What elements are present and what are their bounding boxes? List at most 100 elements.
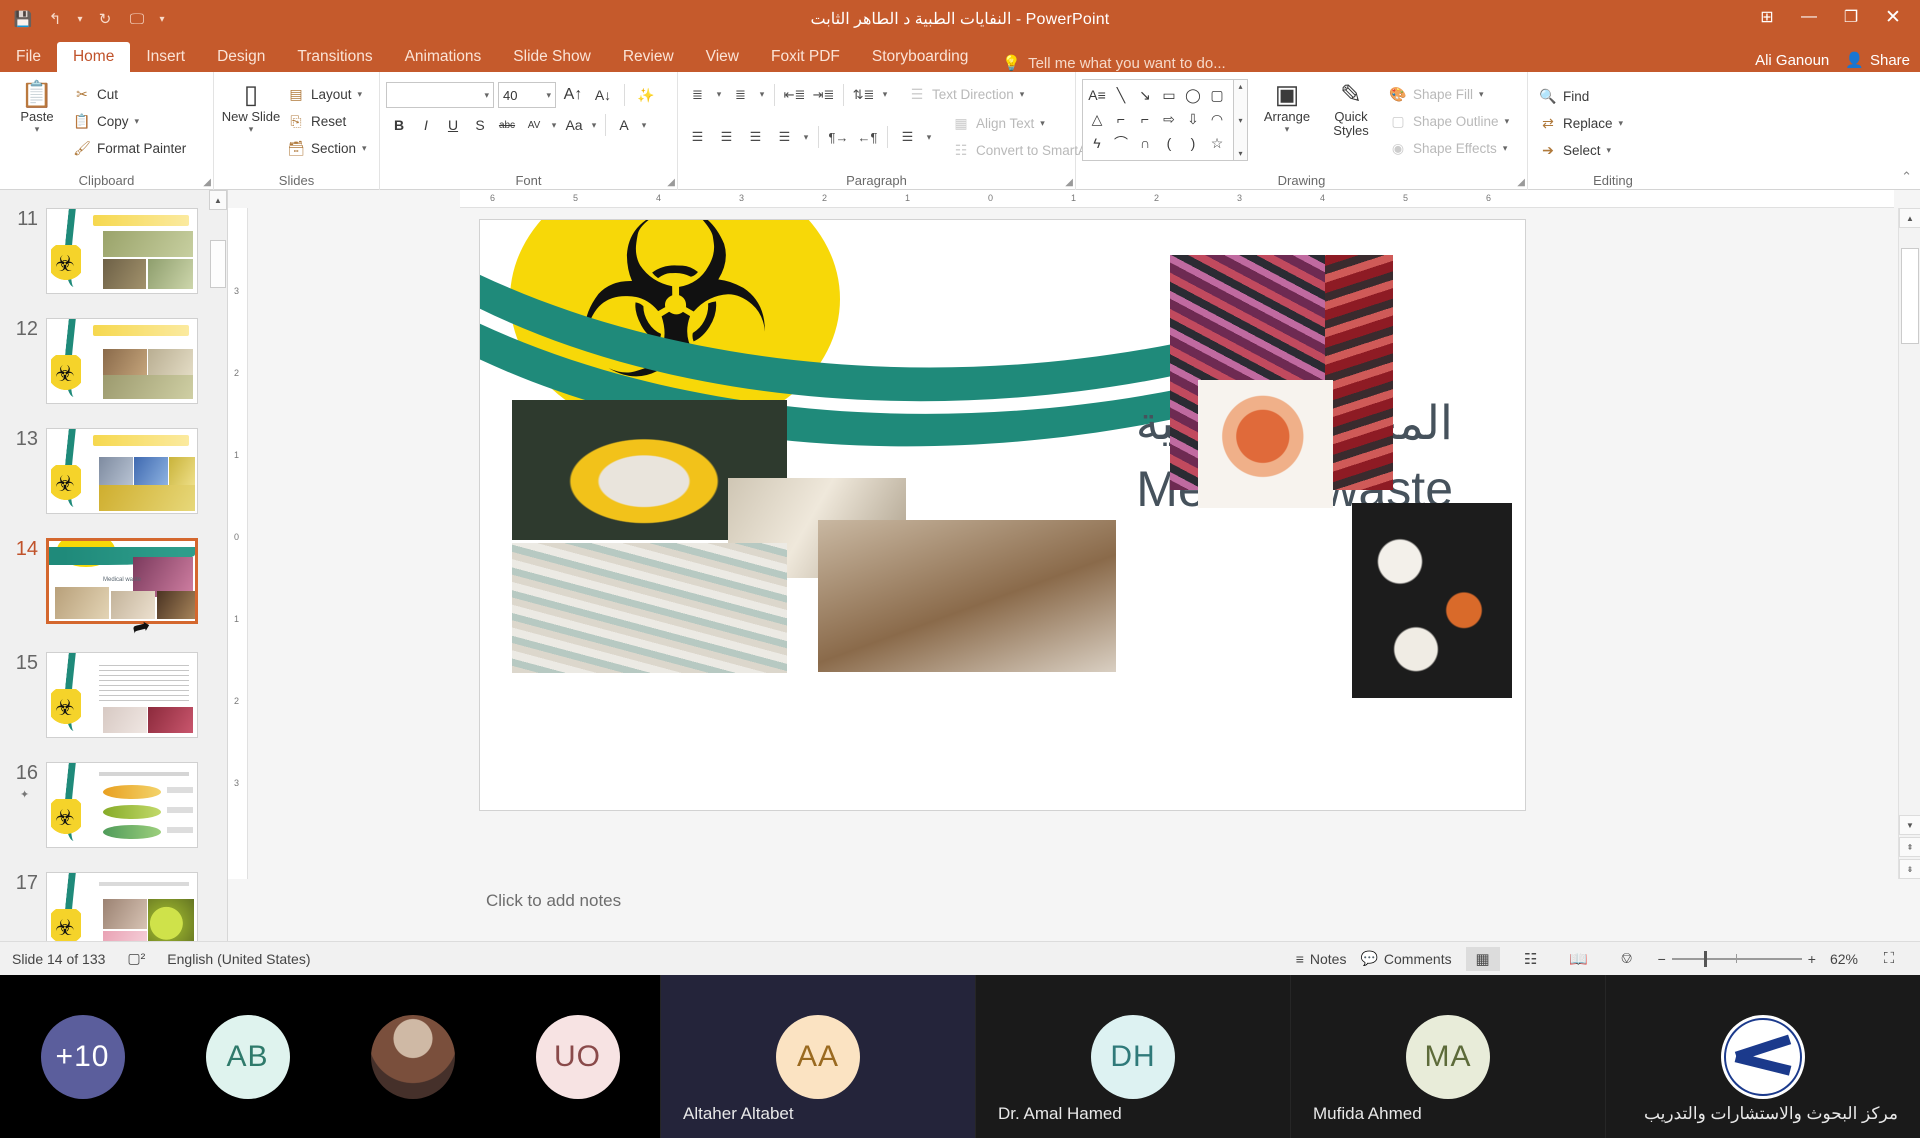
photo-syringes-red[interactable] [1325, 255, 1393, 490]
shapes-gallery-scroll[interactable]: ▴ ▾ ▾ [1234, 79, 1248, 161]
tab-home[interactable]: Home [56, 42, 131, 72]
notes-button[interactable]: ≡ Notes [1296, 951, 1347, 967]
zoom-in-button[interactable]: + [1808, 951, 1816, 967]
customize-qat-icon[interactable]: ▾ [154, 5, 170, 33]
gallery-expand-icon[interactable]: ▾ [1238, 149, 1242, 158]
bullets-dropdown-icon[interactable]: ▾ [713, 82, 725, 107]
shape-rectangle-icon[interactable]: ▭ [1157, 83, 1181, 107]
line-spacing-button[interactable]: ⇅≣ [850, 82, 877, 107]
align-left-button[interactable]: ☰ [684, 125, 711, 150]
slide-scroll-up-icon[interactable]: ▲ [1899, 208, 1920, 228]
shape-rounded-rect-icon[interactable]: ▢ [1205, 83, 1229, 107]
thumbnail-preview[interactable] [46, 318, 198, 404]
thumbnail-preview[interactable] [46, 652, 198, 738]
ltr-direction-button[interactable]: ¶→ [825, 125, 852, 150]
columns-button[interactable]: ☰ [894, 125, 921, 150]
language-indicator[interactable]: English (United States) [167, 951, 310, 967]
clipboard-dialog-launcher[interactable]: ◢ [203, 177, 211, 188]
shape-right-brace-icon[interactable]: ) [1181, 131, 1205, 155]
font-color-button[interactable]: A [611, 112, 637, 138]
shape-down-arrow-icon[interactable]: ⇩ [1181, 107, 1205, 131]
line-spacing-dropdown-icon[interactable]: ▾ [879, 82, 891, 107]
slide-show-view-button[interactable]: ⎊ [1610, 947, 1644, 971]
photo-syringes-floor[interactable] [512, 543, 787, 673]
shape-line-icon[interactable]: ╲ [1109, 83, 1133, 107]
find-button[interactable]: 🔍 Find [1534, 84, 1628, 109]
character-spacing-button[interactable]: AV [521, 112, 547, 138]
undo-dropdown-icon[interactable]: ▾ [72, 5, 88, 33]
underline-button[interactable]: U [440, 112, 466, 138]
tab-slide-show[interactable]: Slide Show [497, 42, 607, 72]
thumbnail-slide-11[interactable]: 11 [8, 208, 198, 294]
layout-button[interactable]: ▤ Layout ▾ [282, 82, 372, 107]
shape-fill-dropdown-icon[interactable]: ▾ [1479, 89, 1484, 100]
shape-fill-button[interactable]: 🎨 Shape Fill ▾ [1384, 82, 1514, 107]
tab-foxit-pdf[interactable]: Foxit PDF [755, 42, 856, 72]
paragraph-dialog-launcher[interactable]: ◢ [1065, 177, 1073, 188]
thumbnail-slide-14[interactable]: 14 Medical waste [8, 538, 198, 624]
cut-button[interactable]: ✂ Cut [68, 82, 191, 107]
previous-slide-button[interactable]: ⇞ [1899, 837, 1920, 857]
photo-petri-dish[interactable] [1198, 380, 1333, 508]
shape-oval-icon[interactable]: ◯ [1181, 83, 1205, 107]
layout-dropdown-icon[interactable]: ▾ [358, 89, 363, 100]
text-direction-button[interactable]: ☰ Text Direction ▾ [903, 82, 1029, 107]
thumbnail-scrollbar[interactable]: ▲ ▼ [209, 190, 227, 975]
participant-tile-photo[interactable] [330, 1014, 495, 1099]
shape-arc-icon[interactable]: ∩ [1133, 131, 1157, 155]
character-spacing-dropdown-icon[interactable]: ▾ [548, 112, 560, 138]
minimize-button[interactable]: — [1790, 2, 1828, 32]
slide-vertical-scrollbar[interactable]: ▲ ▼ ⇞ ⇟ [1898, 208, 1920, 879]
text-direction-dropdown-icon[interactable]: ▾ [1020, 89, 1025, 100]
rtl-direction-button[interactable]: ←¶ [854, 125, 881, 150]
change-case-button[interactable]: Aa [561, 112, 587, 138]
shape-effects-button[interactable]: ◉ Shape Effects ▾ [1384, 136, 1514, 161]
tab-view[interactable]: View [690, 42, 755, 72]
gallery-scroll-down-icon[interactable]: ▾ [1238, 116, 1242, 125]
shape-elbow-arrow-icon[interactable]: ⌐ [1133, 107, 1157, 131]
replace-button[interactable]: ⇄ Replace ▾ [1534, 111, 1628, 136]
numbering-dropdown-icon[interactable]: ▾ [756, 82, 768, 107]
font-name-input[interactable]: ▾ [386, 82, 494, 108]
shape-curve-icon[interactable]: ⌒ [1109, 131, 1133, 155]
columns-dropdown-icon[interactable]: ▾ [923, 125, 935, 150]
participant-tile-mufida-ahmed[interactable]: MA Mufida Ahmed [1290, 975, 1605, 1138]
arrange-dropdown-icon[interactable]: ▾ [1285, 124, 1290, 135]
undo-icon[interactable]: ↰ [40, 5, 70, 33]
reading-view-button[interactable]: 📖 [1562, 947, 1596, 971]
font-color-dropdown-icon[interactable]: ▾ [638, 112, 650, 138]
drawing-dialog-launcher[interactable]: ◢ [1517, 177, 1525, 188]
restore-button[interactable]: ❐ [1832, 2, 1870, 32]
participant-tile-dr-amal-hamed[interactable]: DH Dr. Amal Hamed [975, 975, 1290, 1138]
share-button[interactable]: 👤 Share [1845, 51, 1910, 70]
quick-styles-button[interactable]: ✎ Quick Styles [1318, 76, 1384, 138]
shape-textbox-icon[interactable]: A≡ [1085, 83, 1109, 107]
participant-tile-ab[interactable]: AB [165, 1014, 330, 1099]
bold-button[interactable]: B [386, 112, 412, 138]
close-button[interactable]: ✕ [1874, 2, 1912, 32]
photo-pills[interactable] [1352, 503, 1512, 698]
comments-button[interactable]: 💬 Comments [1360, 950, 1451, 967]
new-slide-dropdown-icon[interactable]: ▾ [249, 124, 254, 135]
arrange-button[interactable]: ▣ Arrange ▾ [1256, 76, 1318, 135]
normal-view-button[interactable]: ▦ [1465, 946, 1500, 971]
zoom-slider[interactable]: − + [1658, 950, 1816, 967]
thumbnail-preview[interactable] [46, 428, 198, 514]
section-button[interactable]: 🗃 Section ▾ [282, 136, 372, 161]
tab-review[interactable]: Review [607, 42, 690, 72]
font-name-dropdown-icon[interactable]: ▾ [484, 90, 489, 101]
numbering-button[interactable]: ≣ [727, 82, 754, 107]
tab-storyboarding[interactable]: Storyboarding [856, 42, 985, 72]
shape-triangle-icon[interactable]: △ [1085, 107, 1109, 131]
thumbnail-preview[interactable] [46, 208, 198, 294]
justify-button[interactable]: ☰ [771, 125, 798, 150]
participant-tile-uo[interactable]: UO [495, 1014, 660, 1099]
bullets-button[interactable]: ≣ [684, 82, 711, 107]
tab-design[interactable]: Design [201, 42, 281, 72]
redo-icon[interactable]: ↻ [90, 5, 120, 33]
strikethrough-button[interactable]: abc [494, 112, 520, 138]
next-slide-button[interactable]: ⇟ [1899, 859, 1920, 879]
shape-right-arrow-icon[interactable]: ⇨ [1157, 107, 1181, 131]
shape-left-brace-icon[interactable]: ( [1157, 131, 1181, 155]
slide-sorter-view-button[interactable]: ☷ [1514, 947, 1548, 971]
